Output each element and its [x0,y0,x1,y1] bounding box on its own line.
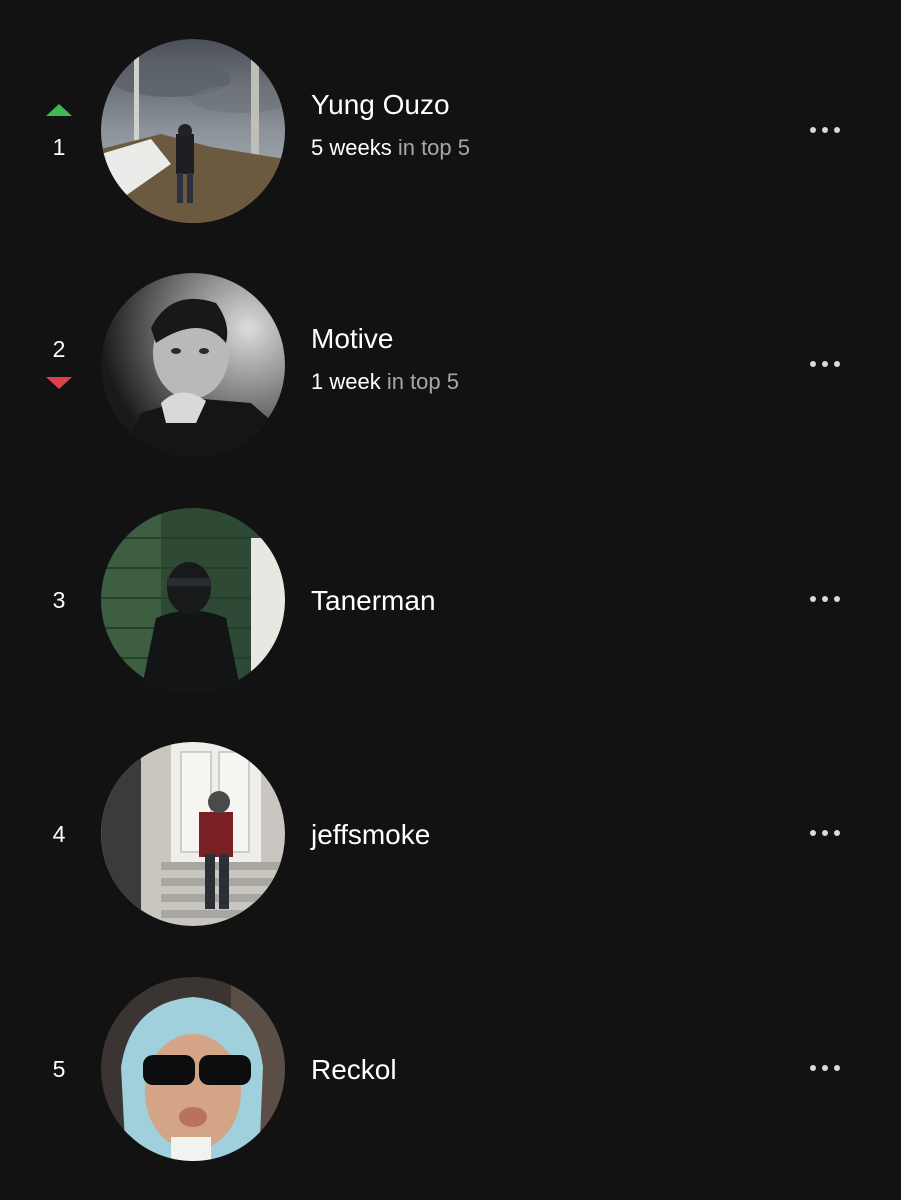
more-options-button[interactable] [799,110,851,150]
more-horizontal-icon [810,1065,816,1071]
more-dot [834,596,840,602]
rank-column: 4 [30,739,88,929]
artist-avatar[interactable] [101,742,285,926]
more-dot [834,361,840,367]
more-dot [822,596,828,602]
weeks-in-top: 1 week in top 5 [311,369,771,395]
weeks-suffix: in top 5 [380,369,459,394]
more-dot [834,127,840,133]
more-dot [822,1065,828,1071]
rank-number: 3 [52,587,66,613]
more-horizontal-icon [810,830,816,836]
rank-number: 1 [52,134,66,160]
artist-row-2[interactable]: 2 Motive 1 week in top 5 [0,270,901,460]
more-options-button[interactable] [799,344,851,384]
more-dot [822,127,828,133]
more-options-button[interactable] [799,813,851,853]
more-horizontal-icon [810,596,816,602]
avatar-photo-tanerman [101,508,285,692]
artist-name[interactable]: jeffsmoke [311,819,771,851]
trend-up-icon [46,104,72,116]
more-options-button[interactable] [799,1048,851,1088]
top-artists-list: 1 Yung Ouzo 5 weeks in top 5 2 Motive 1 … [0,0,901,1200]
rank-number: 2 [52,336,66,362]
avatar-photo-jeffsmoke [101,742,285,926]
rank-column: 1 [30,36,88,226]
artist-name[interactable]: Yung Ouzo [311,89,771,121]
rank-column: 2 [30,270,88,460]
trend-down-icon [46,377,72,389]
artist-avatar[interactable] [101,39,285,223]
weeks-count: 1 week [311,369,381,394]
artist-name[interactable]: Tanerman [311,585,771,617]
artist-name[interactable]: Reckol [311,1054,771,1086]
weeks-in-top: 5 weeks in top 5 [311,135,771,161]
artist-row-4[interactable]: 4 jeffsmoke [0,739,901,929]
rank-number: 5 [52,1056,66,1082]
more-options-button[interactable] [799,579,851,619]
more-dot [834,830,840,836]
more-dot [834,1065,840,1071]
artist-row-5[interactable]: 5 Reckol [0,974,901,1164]
artist-avatar[interactable] [101,508,285,692]
rank-column: 3 [30,505,88,695]
more-horizontal-icon [810,361,816,367]
avatar-photo-reckol [101,977,285,1161]
rank-column: 5 [30,974,88,1164]
artist-name[interactable]: Motive [311,323,771,355]
more-dot [822,361,828,367]
weeks-count: 5 weeks [311,135,392,160]
artist-row-1[interactable]: 1 Yung Ouzo 5 weeks in top 5 [0,36,901,226]
avatar-photo-motive [101,273,285,457]
artist-avatar[interactable] [101,273,285,457]
artist-row-3[interactable]: 3 Tanerman [0,505,901,695]
more-dot [822,830,828,836]
rank-number: 4 [52,821,66,847]
more-horizontal-icon [810,127,816,133]
weeks-suffix: in top 5 [391,135,470,160]
artist-avatar[interactable] [101,977,285,1161]
avatar-photo-yung-ouzo [101,39,285,223]
